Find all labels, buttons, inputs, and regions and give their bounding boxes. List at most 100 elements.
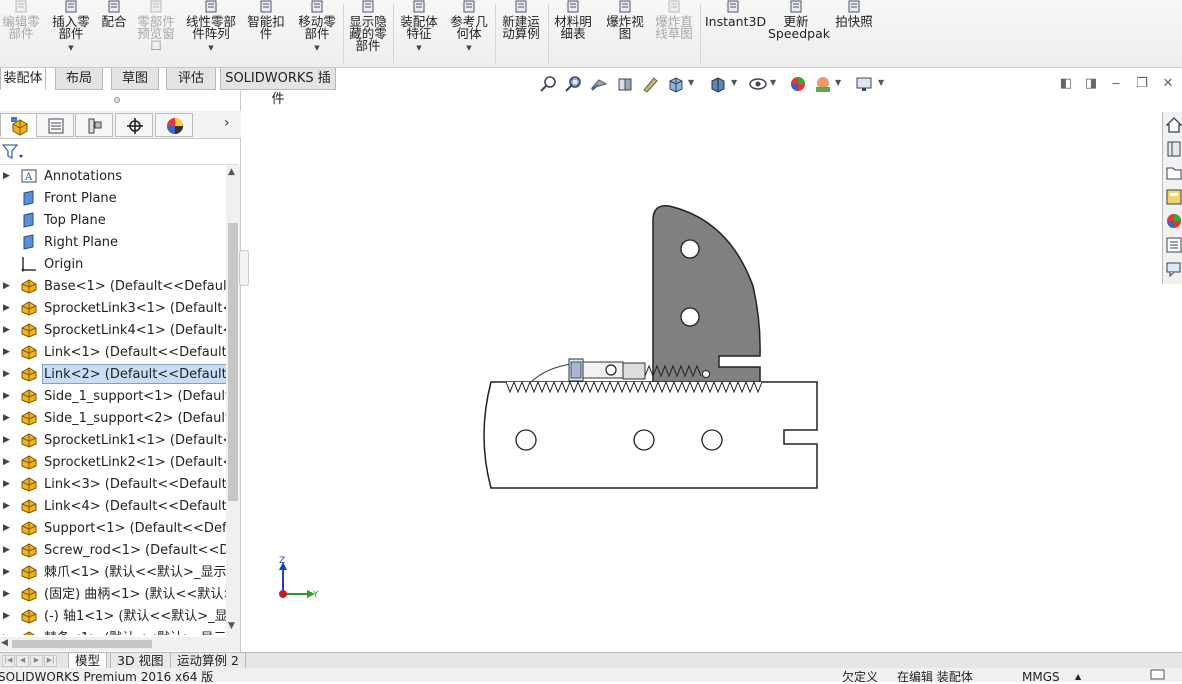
tree-item[interactable]: Top Plane xyxy=(0,209,226,231)
zoom-to-fit-icon[interactable] xyxy=(538,74,558,94)
tab-dimxpertmanager[interactable] xyxy=(115,113,153,137)
expand-arrow-icon[interactable]: ▶ xyxy=(3,561,10,583)
expand-arrow-icon[interactable]: ▶ xyxy=(3,451,10,473)
scroll-up-icon[interactable]: ▲ xyxy=(228,167,235,177)
tree-item[interactable]: ▶ SprocketLink1<1> (Default<<D xyxy=(0,429,226,451)
expand-arrow-icon[interactable]: ▶ xyxy=(3,297,10,319)
tab-propertymanager[interactable] xyxy=(36,113,74,137)
scroll-down-icon[interactable]: ▼ xyxy=(228,621,235,631)
tab-evaluate[interactable]: 评估 xyxy=(166,68,216,90)
forum-icon[interactable] xyxy=(1164,258,1182,280)
tab-featuremanager[interactable] xyxy=(0,113,38,137)
tree-item[interactable]: ▶ 棘条<1> (默认<<默认>_显示状态 xyxy=(0,627,226,635)
ribbon-button-7[interactable]: 显示隐 藏的零 部件 xyxy=(346,0,390,66)
dynamic-annotation-icon[interactable] xyxy=(640,74,660,94)
ribbon-button-12[interactable]: 爆炸视图 xyxy=(602,0,648,66)
first-tab-icon[interactable]: |◀ xyxy=(2,655,15,667)
panel-resize-grip[interactable] xyxy=(114,97,120,103)
expand-arrow-icon[interactable]: ▶ xyxy=(3,627,10,635)
minimize-icon[interactable]: ‒ xyxy=(1108,76,1124,92)
tree-item[interactable]: Right Plane xyxy=(0,231,226,253)
ribbon-button-4[interactable]: 线性零部 件阵列 ▼ xyxy=(184,0,238,66)
ribbon-button-11[interactable]: 材料明 细表 xyxy=(550,0,596,66)
zoom-to-area-icon[interactable] xyxy=(563,74,583,94)
tree-item[interactable]: ▶ Side_1_support<1> (Default<<I xyxy=(0,385,226,407)
tree-item[interactable]: ▶ 棘爪<1> (默认<<默认>_显示状态 xyxy=(0,561,226,583)
scroll-left-icon[interactable]: ◀ xyxy=(1,638,8,648)
tree-item[interactable]: ▶ SprocketLink4<1> (Default<<D xyxy=(0,319,226,341)
display-style-icon[interactable] xyxy=(708,74,728,94)
hide-show-items-icon[interactable] xyxy=(748,74,768,94)
tab-3d-views[interactable]: 3D 视图 xyxy=(110,653,171,669)
expand-arrow-icon[interactable]: ▶ xyxy=(3,495,10,517)
tree-horizontal-scrollbar[interactable]: ◀ xyxy=(0,637,240,651)
tree-item[interactable]: Front Plane xyxy=(0,187,226,209)
tree-vertical-scrollbar[interactable]: ▲ ▼ xyxy=(226,165,240,637)
expand-arrow-icon[interactable]: ▶ xyxy=(3,363,10,385)
tab-sketch[interactable]: 草图 xyxy=(111,68,159,90)
close-icon[interactable]: ✕ xyxy=(1160,76,1176,92)
scroll-thumb[interactable] xyxy=(12,640,152,648)
design-library-icon[interactable] xyxy=(1164,138,1182,160)
tree-item[interactable]: ▶ Side_1_support<2> (Default<<I xyxy=(0,407,226,429)
dropdown-arrow-icon[interactable]: ▼ xyxy=(293,42,341,54)
tab-layout[interactable]: 布局 xyxy=(55,68,103,90)
ribbon-button-5[interactable]: 智能扣件 xyxy=(246,0,286,66)
help-bubble-icon[interactable] xyxy=(1150,669,1166,682)
dropdown-arrow-icon[interactable]: ▼ xyxy=(397,42,441,54)
graphics-area[interactable]: Z Y xyxy=(241,96,1161,652)
tab-solidworks-addins[interactable]: SOLIDWORKS 插件 xyxy=(220,68,336,107)
expand-arrow-icon[interactable]: ▶ xyxy=(3,407,10,429)
appearances-scenes-icon[interactable] xyxy=(1164,210,1182,232)
tree-item[interactable]: ▶ (固定) 曲柄<1> (默认<<默认>_显 xyxy=(0,583,226,605)
tree-item[interactable]: ▶ Link<4> (Default<<Default>_Ph xyxy=(0,495,226,517)
ribbon-button-2[interactable]: 配合 xyxy=(99,0,129,66)
edit-appearance-icon[interactable] xyxy=(788,74,808,94)
dropdown-arrow-icon[interactable]: ▼ xyxy=(184,42,238,54)
tree-item[interactable]: ▶ SprocketLink3<1> (Default<<D xyxy=(0,297,226,319)
ribbon-button-14[interactable]: Instant3D xyxy=(705,0,766,66)
expand-arrow-icon[interactable]: ▶ xyxy=(3,319,10,341)
tab-assembly[interactable]: 装配体 xyxy=(0,68,46,90)
section-view-icon[interactable] xyxy=(615,74,635,94)
tree-item[interactable]: ▶ Base<1> (Default<<Default>_P xyxy=(0,275,226,297)
apply-scene-icon[interactable] xyxy=(813,74,833,94)
next-tab-arrow-icon[interactable]: › xyxy=(224,115,230,131)
tab-motion-study-2[interactable]: 运动算例 2 xyxy=(170,653,246,669)
tree-item[interactable]: ▶ Link<2> (Default<<Default>_Ph xyxy=(0,363,226,385)
expand-arrow-icon[interactable]: ▶ xyxy=(3,275,10,297)
tile-right-icon[interactable]: ◨ xyxy=(1083,76,1099,92)
solidworks-resources-icon[interactable] xyxy=(1164,114,1182,136)
previous-view-icon[interactable] xyxy=(589,74,609,94)
ribbon-button-15[interactable]: 更新 Speedpak xyxy=(768,0,830,66)
scroll-thumb[interactable] xyxy=(228,223,238,501)
filter-icon[interactable] xyxy=(2,143,24,161)
expand-arrow-icon[interactable]: ▶ xyxy=(3,605,10,627)
last-tab-icon[interactable]: ▶| xyxy=(44,655,57,667)
restore-icon[interactable]: ❐ xyxy=(1134,76,1150,92)
dropdown-arrow-icon[interactable]: ▼ xyxy=(447,42,491,54)
view-palette-icon[interactable] xyxy=(1164,186,1182,208)
next-tab-icon[interactable]: ▶ xyxy=(30,655,43,667)
tree-item[interactable]: Origin xyxy=(0,253,226,275)
view-orientation-icon[interactable] xyxy=(666,74,686,94)
tree-item[interactable]: ▶ Screw_rod<1> (Default<<Defau xyxy=(0,539,226,561)
expand-arrow-icon[interactable]: ▶ xyxy=(3,517,10,539)
ribbon-button-16[interactable]: 拍快照 xyxy=(832,0,876,66)
ribbon-button-13[interactable]: 爆炸直 线草图 xyxy=(651,0,697,66)
ribbon-button-8[interactable]: 装配体 特征 ▼ xyxy=(397,0,441,66)
expand-arrow-icon[interactable]: ▶ xyxy=(3,583,10,605)
tab-displaymanager[interactable] xyxy=(155,113,193,137)
tree-item[interactable]: ▶ A Annotations xyxy=(0,165,226,187)
assembly-drawing[interactable]: Z Y xyxy=(241,96,1161,652)
expand-arrow-icon[interactable]: ▶ xyxy=(3,473,10,495)
expand-arrow-icon[interactable]: ▶ xyxy=(3,341,10,363)
crank-part[interactable] xyxy=(652,205,761,385)
file-explorer-icon[interactable] xyxy=(1164,162,1182,184)
tab-configurationmanager[interactable] xyxy=(75,113,113,137)
expand-arrow-icon[interactable]: ▶ xyxy=(3,385,10,407)
prev-tab-icon[interactable]: ◀ xyxy=(16,655,29,667)
custom-properties-icon[interactable] xyxy=(1164,234,1182,256)
ribbon-button-3[interactable]: 零部件 预览窗口 xyxy=(133,0,179,66)
tab-model[interactable]: 模型 xyxy=(68,653,108,669)
